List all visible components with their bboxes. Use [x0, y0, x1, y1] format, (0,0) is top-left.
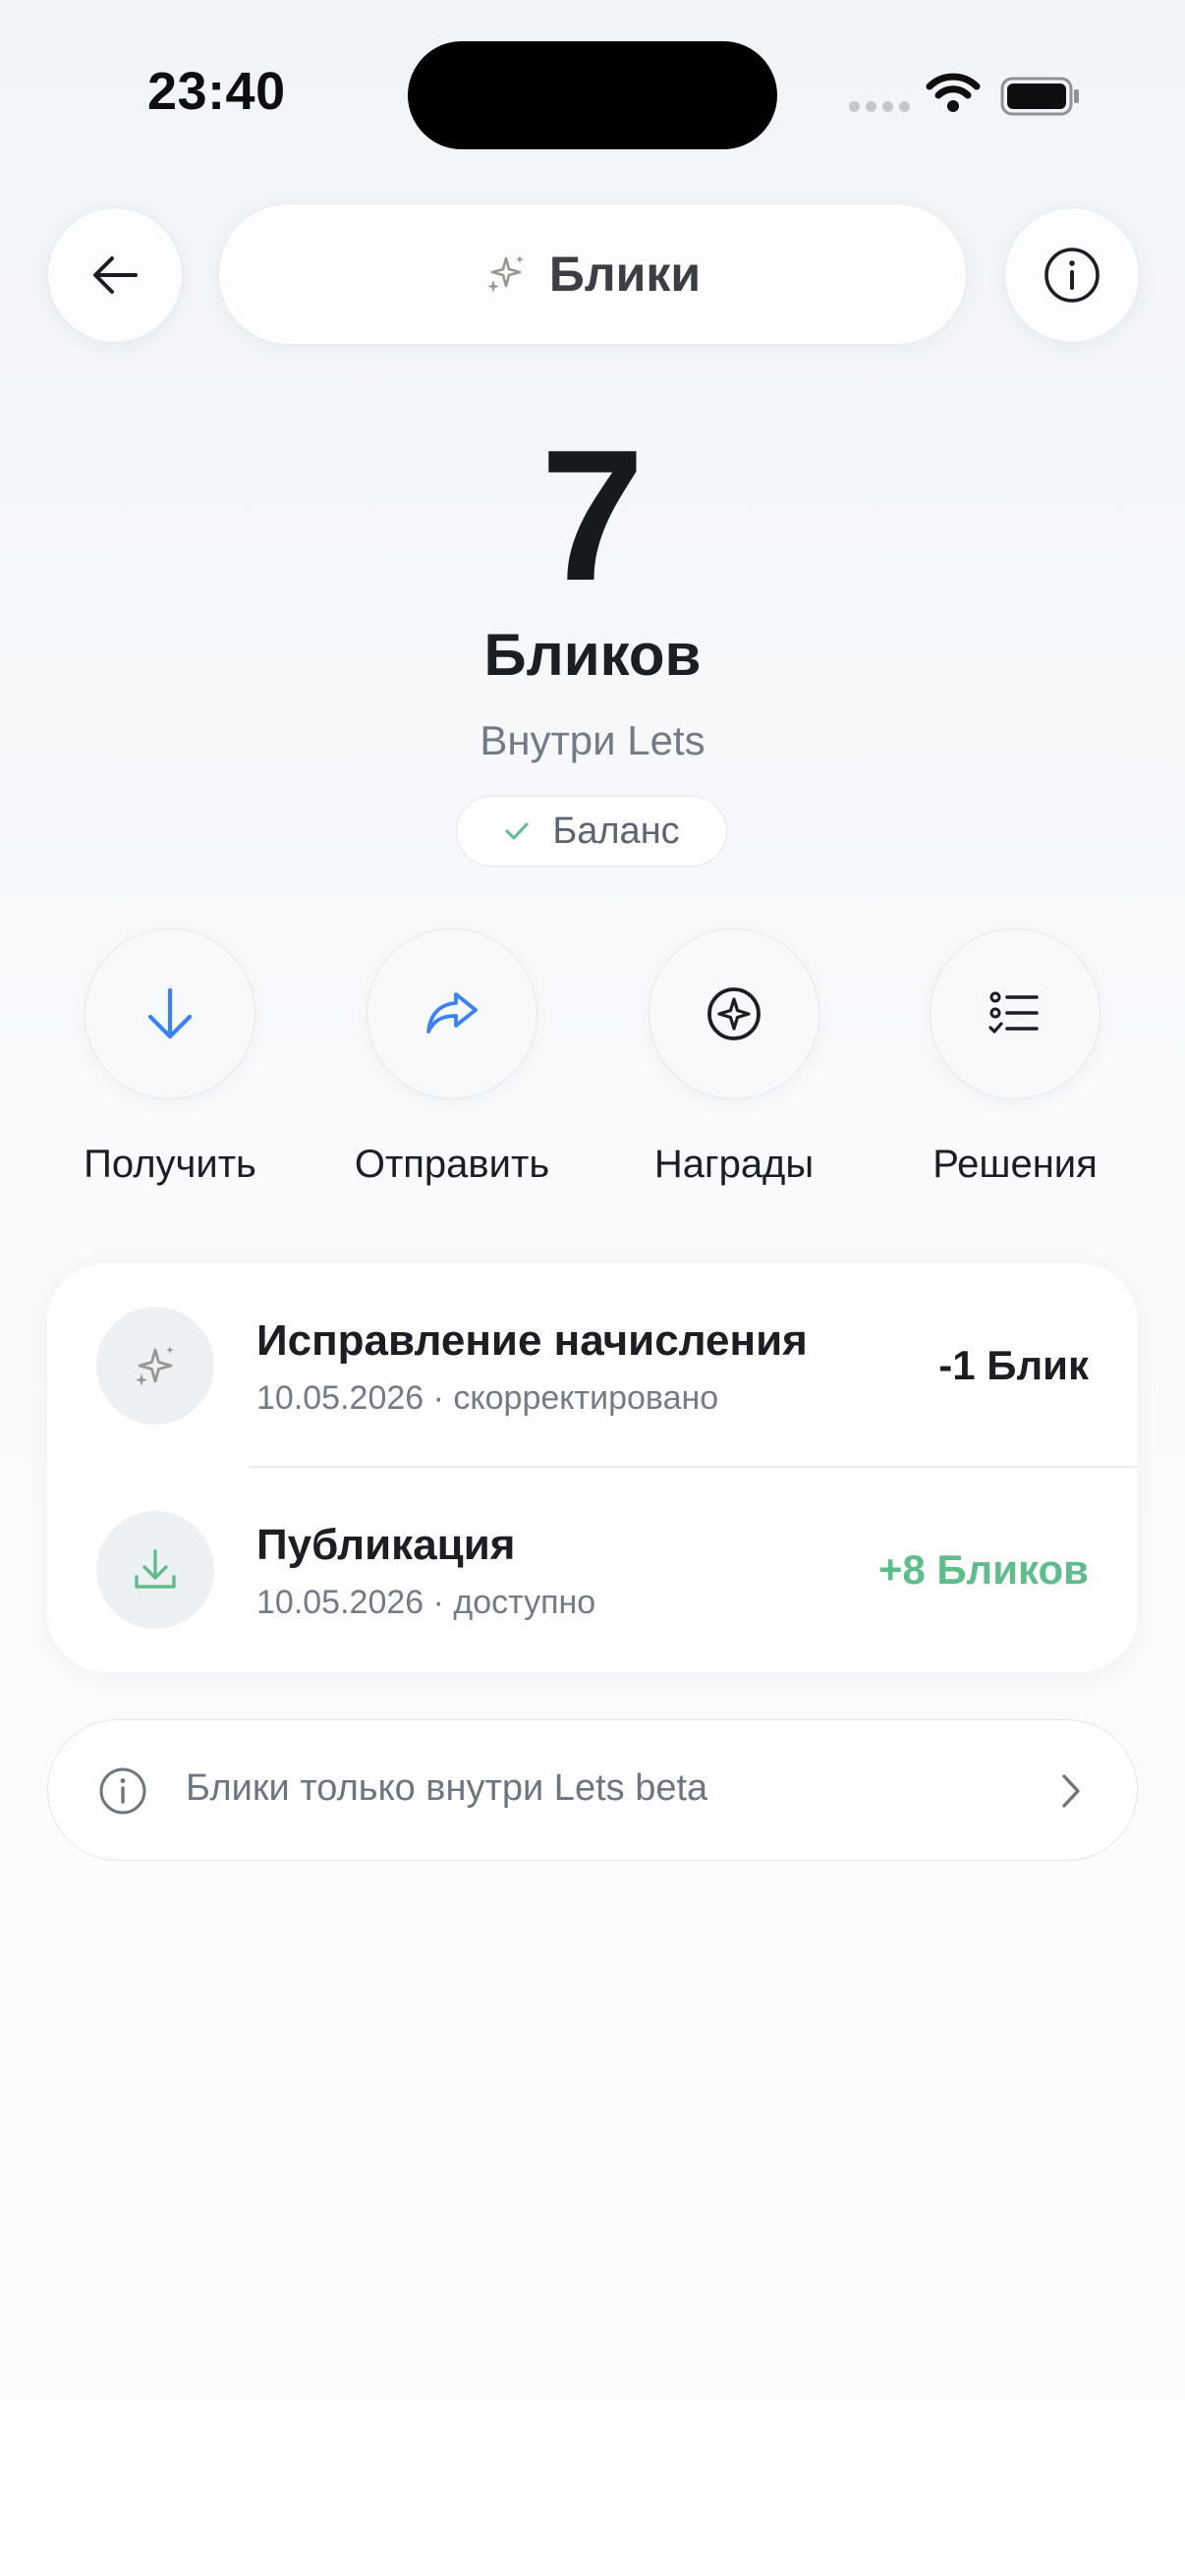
- transaction-icon: [96, 1511, 214, 1629]
- wifi-icon: [926, 73, 981, 112]
- receive-button[interactable]: [85, 928, 255, 1099]
- transactions-card: Исправление начисления 10.05.2026 · скор…: [47, 1263, 1138, 1672]
- title-pill: Блики: [218, 203, 967, 345]
- info-banner[interactable]: Блики только внутри Lets beta: [47, 1719, 1138, 1861]
- rewards-button[interactable]: [649, 928, 819, 1099]
- transaction-row[interactable]: Исправление начисления 10.05.2026 · скор…: [47, 1263, 1138, 1466]
- send-label: Отправить: [354, 1143, 550, 1186]
- transaction-title: Публикация: [256, 1521, 516, 1569]
- arrow-left-icon: [93, 256, 138, 294]
- star-badge-icon: [707, 987, 761, 1040]
- receive-action[interactable]: Получить: [47, 928, 293, 1187]
- send-button[interactable]: [367, 928, 537, 1099]
- info-banner-text: Блики только внутри Lets beta: [186, 1767, 708, 1809]
- balance-badge: Баланс: [456, 796, 727, 867]
- info-button[interactable]: [1004, 207, 1140, 343]
- balance-subtitle: Внутри Lets: [480, 717, 705, 763]
- decisions-label: Решения: [932, 1143, 1098, 1186]
- badge-label: Баланс: [552, 810, 680, 852]
- back-button[interactable]: [47, 207, 183, 343]
- info-circle-icon: [99, 1767, 146, 1815]
- transaction-amount: +8 Бликов: [877, 1546, 1089, 1593]
- rewards-action[interactable]: Награды: [611, 928, 857, 1187]
- dynamic-island: [408, 41, 777, 149]
- transaction-subtitle: 10.05.2026 · доступно: [256, 1584, 596, 1621]
- rewards-label: Награды: [653, 1143, 815, 1186]
- share-arrow-icon: [426, 992, 478, 1034]
- balance-unit: Бликов: [483, 622, 702, 688]
- info-circle-icon: [1044, 248, 1100, 303]
- battery-icon: [1000, 77, 1079, 116]
- checklist-icon: [988, 991, 1039, 1034]
- cellular-signal-icon: [849, 101, 910, 112]
- send-action[interactable]: Отправить: [329, 928, 575, 1187]
- transaction-title: Исправление начисления: [256, 1316, 808, 1365]
- arrow-down-icon: [147, 987, 193, 1039]
- transaction-row[interactable]: Публикация 10.05.2026 · доступно +8 Блик…: [47, 1468, 1138, 1670]
- transaction-subtitle: 10.05.2026 · скорректировано: [256, 1379, 719, 1417]
- sparkles-icon: [136, 1346, 174, 1386]
- decisions-action[interactable]: Решения: [892, 928, 1138, 1187]
- transaction-amount: -1 Блик: [938, 1342, 1089, 1388]
- balance-value: 7: [540, 412, 645, 620]
- chevron-right-icon: [1062, 1774, 1080, 1808]
- decisions-button[interactable]: [930, 928, 1100, 1099]
- page-title: Блики: [548, 247, 702, 302]
- download-tray-icon: [135, 1549, 176, 1589]
- check-icon: [505, 822, 529, 840]
- sparkles-icon: [486, 255, 524, 293]
- status-time: 23:40: [147, 62, 286, 121]
- transaction-icon: [96, 1307, 214, 1425]
- receive-label: Получить: [84, 1143, 256, 1186]
